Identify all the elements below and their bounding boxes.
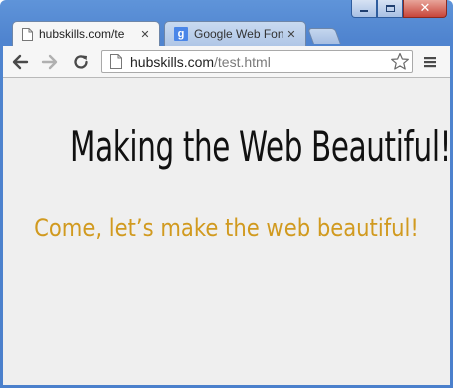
tab-title: Google Web Fon [194,27,283,41]
menu-button[interactable] [419,51,441,73]
url-path: /test.html [214,53,271,70]
maximize-button[interactable] [377,0,403,18]
minimize-icon [360,10,368,12]
tab-close-icon[interactable]: ✕ [137,28,153,41]
new-tab-button[interactable] [307,28,341,44]
reload-icon [74,55,88,69]
close-icon: ✕ [419,1,431,16]
page-content: Making the Web Beautiful! Come, let’s ma… [3,78,452,385]
url-host: hubskills.com [130,53,215,70]
close-window-button[interactable]: ✕ [403,0,447,18]
page-icon [110,54,122,69]
google-icon: g [174,27,188,41]
back-button[interactable] [9,51,31,73]
reload-button[interactable] [70,51,92,73]
forward-arrow-icon [41,54,58,70]
toolbar: hubskills.com/test.html [3,46,450,78]
maximize-icon [385,5,395,12]
tab-hubskills[interactable]: hubskills.com/te ✕ [12,21,160,46]
back-arrow-icon [12,54,29,70]
tab-close-icon[interactable]: ✕ [283,28,299,41]
address-bar[interactable]: hubskills.com/test.html [101,50,413,73]
page-subheading: Come, let’s make the web beautiful! [34,214,419,242]
minimize-button[interactable] [351,0,377,18]
window-controls: ✕ [351,0,447,20]
star-icon[interactable] [390,52,410,71]
tab-title: hubskills.com/te [39,27,125,41]
menu-icon [424,57,436,68]
page-icon [22,27,33,41]
tab-google-web-fonts[interactable]: g Google Web Fon ✕ [164,21,306,46]
tab-strip: hubskills.com/te ✕ g Google Web Fon ✕ [0,21,453,46]
page-heading: Making the Web Beautiful! [70,122,452,171]
browser-window: ✕ hubskills.com/te ✕ g Google Web Fon ✕ [0,0,453,388]
forward-button[interactable] [39,51,61,73]
